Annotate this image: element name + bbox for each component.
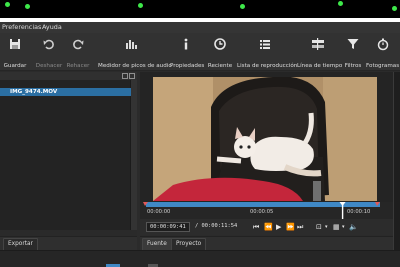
skip-previous-icon[interactable]: ⏮	[253, 222, 259, 232]
playlist-item[interactable]: IMG_9474.MOV	[0, 88, 131, 96]
rewind-icon[interactable]: ⏪	[264, 222, 273, 232]
audio-meter-button[interactable]: Medidor de picos de audio	[98, 35, 172, 69]
total-duration: / 00:00:11:54	[195, 223, 238, 229]
close-panel-icon[interactable]	[129, 73, 135, 79]
save-icon	[10, 39, 20, 49]
save-button[interactable]: Guardar	[2, 35, 28, 69]
ruler-tick-label: 00:00:05	[250, 209, 274, 215]
viewer-tab-bar: Fuente Proyecto	[140, 236, 400, 251]
play-icon[interactable]: ▶	[276, 222, 281, 232]
playlist-scrollbar[interactable]	[131, 80, 137, 230]
banner-decoration	[392, 6, 397, 11]
filters-button[interactable]: Filtros	[342, 35, 364, 69]
info-icon	[184, 38, 188, 50]
timeline-button[interactable]: Línea de tiempo	[297, 35, 342, 69]
video-frame[interactable]	[153, 77, 377, 201]
zoom-dropdown-icon[interactable]: ▾	[325, 222, 328, 232]
ruler-tick-label: 00:00:10	[347, 209, 371, 215]
menu-preferences[interactable]: Preferencias	[2, 22, 41, 33]
grid-dropdown-icon[interactable]: ▾	[342, 222, 345, 232]
status-bar	[0, 250, 400, 267]
banner-decoration	[138, 3, 143, 8]
left-tab-bar: Exportar	[0, 236, 137, 251]
undo-button[interactable]: Deshacer	[34, 35, 64, 69]
skip-next-icon[interactable]: ⏭	[297, 222, 303, 232]
filter-icon	[347, 39, 359, 49]
panel-titlebar	[0, 72, 137, 80]
video-viewer	[140, 72, 393, 205]
banner-decoration	[240, 4, 245, 9]
fast-forward-icon[interactable]: ⏩	[286, 222, 295, 232]
stopwatch-icon	[377, 38, 389, 51]
grid-icon[interactable]: ▦	[333, 222, 340, 232]
out-point-marker	[375, 202, 380, 206]
status-bar-strip	[106, 264, 158, 267]
clock-icon	[214, 38, 226, 50]
playlist-list	[0, 80, 131, 230]
recent-button[interactable]: Reciente	[207, 35, 233, 69]
transport-bar: 00:00:09:41 / 00:00:11:54 ⏮ ⏪ ▶ ⏩ ⏭ ⊡ ▾ …	[140, 219, 393, 235]
audio-meter-icon	[126, 40, 137, 49]
zoom-icon[interactable]: ⊡	[316, 222, 322, 232]
kitten-video-frame	[153, 77, 377, 201]
scrubber[interactable]: 00:00:00 00:00:05 00:00:10	[140, 202, 393, 219]
current-timecode[interactable]: 00:00:09:41	[146, 222, 190, 232]
menu-bar: Preferencias Ayuda	[0, 22, 400, 33]
playlist-panel: IMG_9474.MOV ▲ ▼ ✕	[0, 72, 137, 253]
menu-help[interactable]: Ayuda	[42, 22, 62, 33]
volume-icon[interactable]: 🔈	[349, 222, 358, 232]
playlist-button[interactable]: Lista de reproducción	[237, 35, 297, 69]
ruler-tick-label: 00:00:00	[147, 209, 171, 215]
in-point-marker	[143, 202, 148, 206]
main-toolbar: Guardar Deshacer Rehacer Medidor de pico…	[0, 33, 400, 71]
redo-icon	[73, 39, 84, 50]
keyframes-button[interactable]: Fotogramas c	[366, 35, 400, 69]
right-dock-edge	[393, 72, 400, 250]
timeline-icon	[312, 38, 324, 50]
undo-icon	[43, 39, 54, 50]
redo-button[interactable]: Rehacer	[64, 35, 92, 69]
banner-decoration	[338, 1, 343, 6]
time-ruler: 00:00:00 00:00:05 00:00:10	[146, 208, 380, 218]
banner-decoration	[5, 2, 10, 7]
float-panel-icon[interactable]	[122, 73, 128, 79]
desktop-banner	[0, 0, 400, 22]
properties-button[interactable]: Propiedades	[170, 35, 204, 69]
banner-decoration	[25, 4, 30, 9]
list-icon	[260, 40, 270, 49]
